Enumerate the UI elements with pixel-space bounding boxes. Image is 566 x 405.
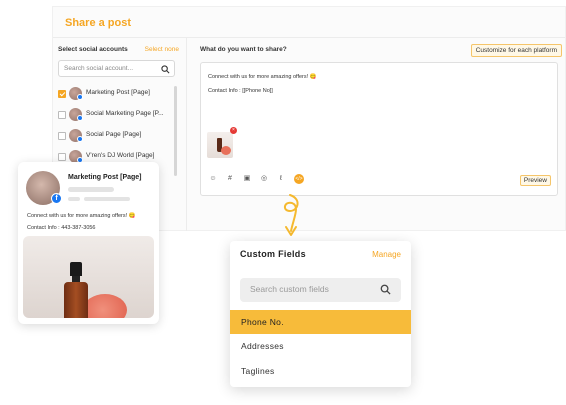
preview-page-name: Marketing Post [Page] [68, 174, 142, 181]
link-icon[interactable]: ℓ [276, 174, 286, 184]
preview-button[interactable]: Preview [519, 175, 551, 186]
post-preview-card: f Marketing Post [Page] Connect with us … [18, 162, 159, 324]
account-search-placeholder: Search social account... [64, 65, 134, 72]
facebook-icon [77, 94, 83, 100]
attached-image-thumbnail[interactable] [207, 132, 233, 158]
preview-text-line: Connect with us for more amazing offers!… [27, 213, 136, 219]
account-checkbox[interactable] [58, 153, 66, 161]
select-none-link[interactable]: Select none [145, 46, 179, 53]
facebook-icon: f [51, 193, 62, 204]
custom-fields-popup: Custom Fields Manage Search custom field… [230, 241, 411, 387]
custom-fields-icon[interactable]: </> [294, 174, 304, 184]
facebook-icon [77, 115, 83, 121]
custom-fields-title: Custom Fields [240, 249, 306, 259]
custom-fields-search-placeholder: Search custom fields [250, 284, 329, 294]
compose-heading: What do you want to share? [200, 46, 287, 53]
account-checkbox[interactable] [58, 132, 66, 140]
ai-icon[interactable]: ◎ [259, 174, 269, 184]
account-search-input[interactable]: Search social account... [58, 60, 175, 77]
custom-field-item[interactable]: Phone No. [230, 310, 411, 334]
placeholder-bar [84, 197, 130, 201]
account-list-scrollbar[interactable] [174, 86, 177, 176]
select-accounts-heading: Select social accounts [58, 46, 128, 53]
remove-image-icon[interactable]: × [230, 127, 237, 134]
custom-fields-search-input[interactable]: Search custom fields [240, 278, 401, 302]
account-item[interactable]: Marketing Post [Page] [58, 85, 176, 106]
image-icon[interactable]: ▣ [242, 174, 252, 184]
compose-column: What do you want to share? Customize for… [187, 38, 566, 231]
post-editor[interactable]: Connect with us for more amazing offers!… [200, 62, 558, 196]
custom-field-item[interactable]: Addresses [230, 334, 411, 358]
rose-shape [221, 146, 231, 155]
post-text-line: Connect with us for more amazing offers!… [208, 74, 317, 80]
post-text-line: Contact Info : [[Phone No]] [208, 88, 273, 94]
account-list: Marketing Post [Page] Social Marketing P… [58, 85, 176, 169]
customize-platform-button[interactable]: Customize for each platform [470, 44, 562, 57]
rose-shape [83, 294, 127, 318]
emoji-icon[interactable]: ☺ [208, 174, 218, 184]
preview-image [23, 236, 154, 318]
account-name: Social Page [Page] [86, 131, 142, 138]
account-item[interactable]: Social Marketing Page [P... [58, 106, 176, 127]
account-checkbox[interactable] [58, 90, 66, 98]
hashtag-icon[interactable]: # [225, 174, 235, 184]
account-name: Marketing Post [Page] [86, 89, 150, 96]
manage-link[interactable]: Manage [372, 250, 401, 259]
dropper-cap-shape [70, 262, 82, 276]
placeholder-bar [68, 187, 114, 192]
bottle-shape [64, 282, 88, 318]
account-name: V'ren's DJ World [Page] [86, 152, 155, 159]
facebook-icon [77, 136, 83, 142]
preview-text-line: Contact Info : 443-387-3056 [27, 225, 96, 231]
account-name: Social Marketing Page [P... [86, 110, 164, 117]
account-item[interactable]: Social Page [Page] [58, 127, 176, 148]
account-checkbox[interactable] [58, 111, 66, 119]
bottle-neck-shape [72, 276, 80, 282]
search-icon [161, 65, 170, 74]
search-icon [380, 284, 391, 295]
panel-title: Share a post [65, 17, 132, 29]
placeholder-bar [68, 197, 80, 201]
custom-field-item[interactable]: Taglines [230, 359, 411, 383]
curly-arrow-icon [284, 194, 299, 236]
